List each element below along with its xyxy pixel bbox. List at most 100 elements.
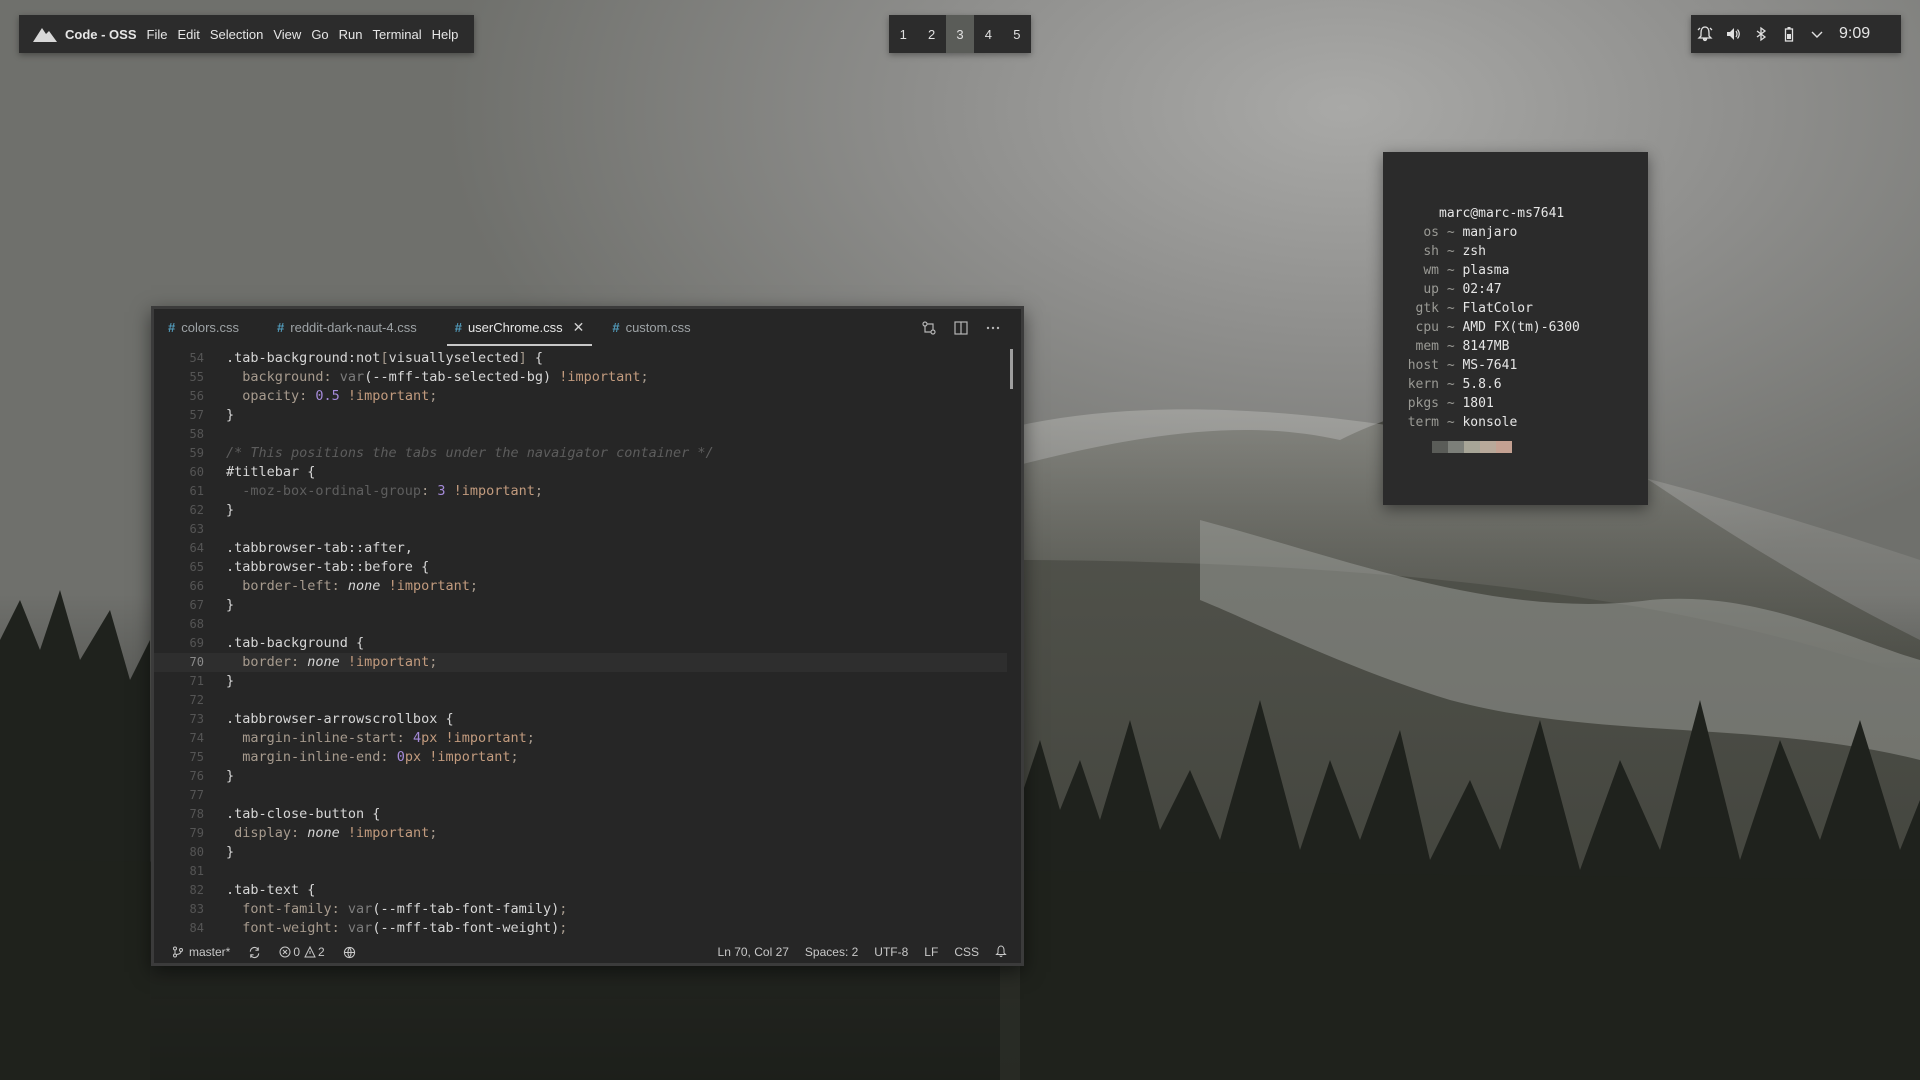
- code-token: visuallyselected: [388, 350, 519, 366]
- code-token: !important: [453, 483, 535, 499]
- code-line[interactable]: 71}: [154, 672, 1007, 691]
- code-line[interactable]: 79 display: none !important;: [154, 824, 1007, 843]
- workspace-2[interactable]: 2: [917, 15, 945, 53]
- clock[interactable]: 9:09: [1839, 25, 1870, 43]
- tab-colors-css[interactable]: # colors.css: [154, 309, 253, 346]
- code-token: .tabbrowser-tab::before {: [226, 559, 430, 575]
- split-editor-icon[interactable]: [945, 320, 977, 336]
- code-token: ;: [526, 730, 535, 746]
- code-line[interactable]: 64 .tabbrowser-tab::after,: [154, 539, 1007, 558]
- code-token: #titlebar {: [226, 464, 316, 480]
- user-host: marc@marc-ms7641: [1439, 206, 1565, 221]
- tab-label: custom.css: [625, 320, 691, 335]
- chevron-down-icon[interactable]: [1803, 27, 1831, 41]
- info-row-pkgs: pkgs ~ 1801: [1407, 396, 1494, 411]
- code-token: var: [339, 369, 365, 385]
- menu-run[interactable]: Run: [339, 27, 363, 42]
- css-file-icon: #: [277, 320, 285, 335]
- code-line[interactable]: 70 border: none !important;: [154, 653, 1007, 672]
- git-branch[interactable]: master*: [172, 945, 230, 959]
- scrollbar-thumb[interactable]: [1010, 349, 1013, 389]
- workspace-1[interactable]: 1: [889, 15, 917, 53]
- workspace-5[interactable]: 5: [1003, 15, 1031, 53]
- code-line[interactable]: 62}: [154, 501, 1007, 520]
- code-line[interactable]: 65 .tabbrowser-tab::before {: [154, 558, 1007, 577]
- line-endings[interactable]: LF: [924, 945, 938, 959]
- code-line[interactable]: 69 .tab-background {: [154, 634, 1007, 653]
- code-token: border:: [226, 654, 308, 670]
- code-line[interactable]: 56 opacity: 0.5 !important;: [154, 387, 1007, 406]
- code-line[interactable]: 83 font-family: var(--mff-tab-font-famil…: [154, 900, 1007, 919]
- code-line[interactable]: 84 font-weight: var(--mff-tab-font-weigh…: [154, 919, 1007, 938]
- code-line[interactable]: 75 margin-inline-end: 0px !important;: [154, 748, 1007, 767]
- cursor-position[interactable]: Ln 70, Col 27: [718, 945, 789, 959]
- volume-icon[interactable]: [1719, 26, 1747, 42]
- problems-indicator[interactable]: 0 2: [279, 945, 325, 959]
- line-number: 54: [189, 351, 204, 365]
- close-icon[interactable]: ✕: [573, 319, 585, 336]
- code-token: 0: [396, 749, 405, 765]
- menu-view[interactable]: View: [273, 27, 301, 42]
- code-area[interactable]: 54 .tab-background:not[visuallyselected] …: [154, 349, 1021, 941]
- tab-actions: [913, 320, 1009, 336]
- code-line[interactable]: 77: [154, 786, 1007, 805]
- code-line[interactable]: 72: [154, 691, 1007, 710]
- menu-selection[interactable]: Selection: [210, 27, 263, 42]
- tab-userchrome-css[interactable]: # userChrome.css ✕: [441, 309, 599, 346]
- menu-terminal[interactable]: Terminal: [373, 27, 422, 42]
- indentation[interactable]: Spaces: 2: [805, 945, 858, 959]
- code-line[interactable]: 68: [154, 615, 1007, 634]
- line-number: 78: [189, 807, 204, 821]
- line-number: 77: [189, 788, 204, 802]
- workspace-3[interactable]: 3: [945, 15, 975, 53]
- line-text: .tabbrowser-tab::after,: [226, 539, 413, 558]
- tab-label: reddit-dark-naut-4.css: [290, 320, 417, 335]
- code-line[interactable]: 58: [154, 425, 1007, 444]
- tab-custom-css[interactable]: # custom.css: [598, 309, 704, 346]
- code-line[interactable]: 76}: [154, 767, 1007, 786]
- code-line[interactable]: 80}: [154, 843, 1007, 862]
- more-actions-icon[interactable]: [977, 320, 1009, 336]
- menu-file[interactable]: File: [147, 27, 168, 42]
- code-line[interactable]: 57}: [154, 406, 1007, 425]
- line-text: }: [226, 672, 234, 691]
- code-token: margin-inline-start:: [226, 730, 413, 746]
- tab-reddit-dark-naut-4-css[interactable]: # reddit-dark-naut-4.css: [263, 309, 431, 346]
- bluetooth-icon[interactable]: [1747, 26, 1775, 42]
- code-line[interactable]: 81: [154, 862, 1007, 881]
- sync-icon[interactable]: [248, 946, 261, 959]
- code-line[interactable]: 59 /* This positions the tabs under the n…: [154, 444, 1007, 463]
- code-line[interactable]: 67}: [154, 596, 1007, 615]
- line-text: }: [226, 843, 234, 862]
- info-row-sh: sh ~ zsh: [1423, 244, 1486, 259]
- line-number: 64: [189, 541, 204, 555]
- code-token: ;: [429, 654, 438, 670]
- code-token: !important: [559, 369, 641, 385]
- code-line[interactable]: 66 border-left: none !important;: [154, 577, 1007, 596]
- code-token: .tabbrowser-tab::after,: [226, 540, 413, 556]
- language-mode[interactable]: CSS: [954, 945, 979, 959]
- code-line[interactable]: 54 .tab-background:not[visuallyselected] …: [154, 349, 1007, 368]
- code-line[interactable]: 55 background: var(--mff-tab-selected-bg…: [154, 368, 1007, 387]
- code-line[interactable]: 73 .tabbrowser-arrowscrollbox {: [154, 710, 1007, 729]
- code-line[interactable]: 82 .tab-text {: [154, 881, 1007, 900]
- menu-help[interactable]: Help: [432, 27, 459, 42]
- battery-icon[interactable]: [1775, 26, 1803, 42]
- code-token: font-weight:: [226, 920, 348, 936]
- code-line[interactable]: 60 #titlebar {: [154, 463, 1007, 482]
- neofetch-terminal[interactable]: marc@marc-ms7641 os ~ manjaro sh ~ zsh w…: [1383, 152, 1648, 505]
- line-text: }: [226, 501, 234, 520]
- notification-bell-icon[interactable]: [1691, 26, 1719, 42]
- code-line[interactable]: 74 margin-inline-start: 4px !important;: [154, 729, 1007, 748]
- code-line[interactable]: 63: [154, 520, 1007, 539]
- open-changes-icon[interactable]: [913, 320, 945, 336]
- code-token: ;: [469, 578, 478, 594]
- menu-edit[interactable]: Edit: [177, 27, 199, 42]
- live-share-icon[interactable]: [343, 946, 356, 959]
- menu-go[interactable]: Go: [311, 27, 328, 42]
- encoding[interactable]: UTF-8: [874, 945, 908, 959]
- code-line[interactable]: 61 -moz-box-ordinal-group: 3 !important;: [154, 482, 1007, 501]
- code-line[interactable]: 78 .tab-close-button {: [154, 805, 1007, 824]
- bell-icon[interactable]: [995, 944, 1007, 960]
- workspace-4[interactable]: 4: [974, 15, 1002, 53]
